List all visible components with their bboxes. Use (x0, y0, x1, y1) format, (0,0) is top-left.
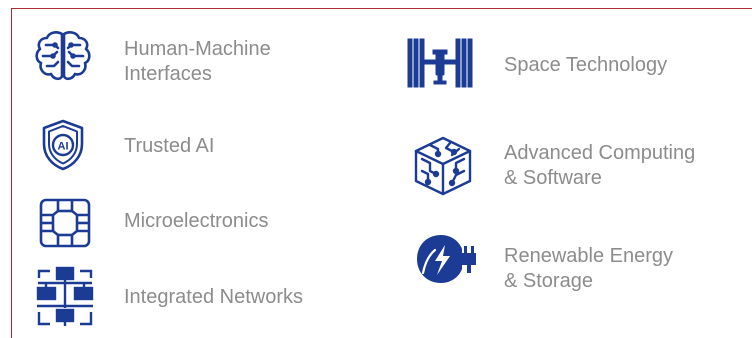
satellite-icon (405, 37, 475, 89)
label-renewable-energy-storage: Renewable Energy & Storage (504, 245, 673, 292)
label-space-technology: Space Technology (504, 54, 668, 76)
label-human-machine-interfaces: Human-Machine Interfaces (124, 38, 271, 85)
label-microelectronics: Microelectronics (124, 210, 269, 232)
leaf-plug-icon (415, 233, 481, 285)
microchip-icon (38, 197, 92, 249)
ai-badge-text: AI (58, 141, 69, 153)
label-trusted-ai: Trusted AI (124, 135, 215, 157)
label-advanced-computing-software: Advanced Computing & Software (504, 142, 696, 189)
label-integrated-networks: Integrated Networks (124, 286, 303, 308)
circuit-cube-icon (412, 135, 474, 197)
network-icon (36, 266, 94, 330)
ai-shield-icon: AI (40, 118, 86, 172)
brain-circuit-icon (35, 30, 91, 82)
